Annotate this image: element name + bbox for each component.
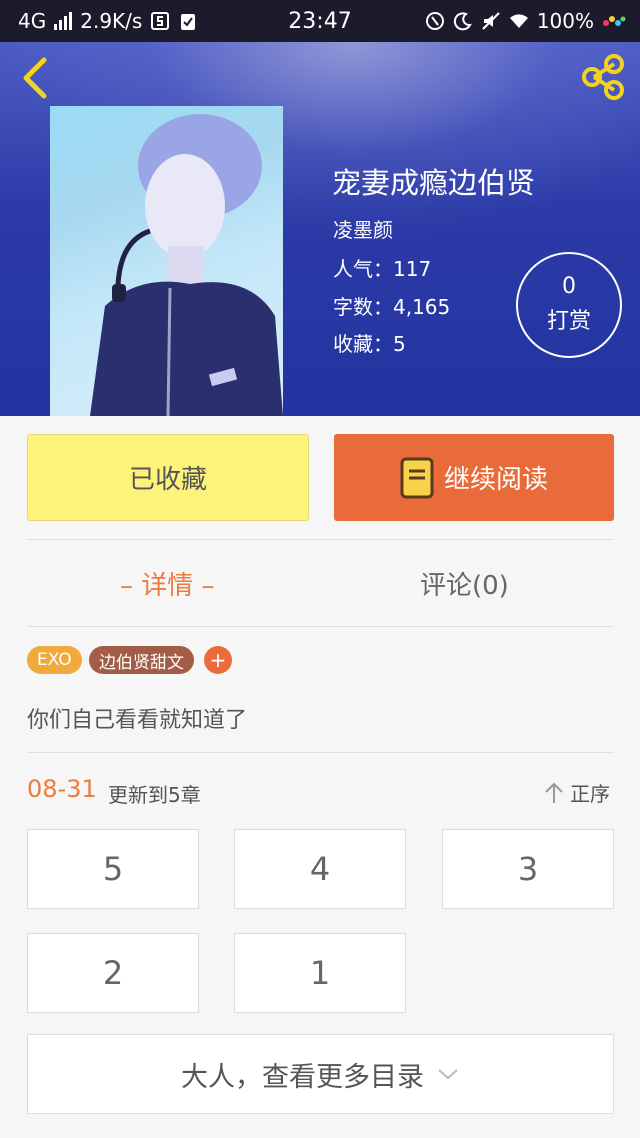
chapter-button[interactable]: 5: [27, 829, 199, 909]
sort-toggle[interactable]: 正序: [544, 778, 610, 807]
network-speed: 2.9K/s: [80, 9, 143, 33]
chapter-button[interactable]: 3: [442, 829, 614, 909]
favorited-button[interactable]: 已收藏: [27, 434, 309, 521]
continue-reading-label: 继续阅读: [443, 465, 548, 495]
book-cover[interactable]: [50, 106, 283, 416]
divider: [27, 539, 614, 540]
signal-icon: [54, 12, 73, 30]
add-tag-button[interactable]: +: [204, 646, 232, 674]
favorited-label: 已收藏: [128, 465, 207, 495]
wifi-icon: [509, 14, 528, 28]
moon-icon: [453, 12, 472, 31]
share-icon[interactable]: [580, 52, 628, 102]
book-favorites: 收藏：5: [333, 332, 406, 356]
divider: [27, 752, 614, 753]
tip-count: 0: [562, 274, 576, 299]
chevron-down-icon: [438, 1069, 458, 1080]
book-header: 宠妻成瘾边伯贤 凌墨颜 人气：117 字数：4,165 收藏：5 0 打赏: [0, 42, 640, 416]
tip-button[interactable]: 0 打赏: [516, 252, 622, 358]
divider: [27, 626, 614, 627]
book-title: 宠妻成瘾边伯贤: [332, 166, 536, 200]
book-icon: [400, 457, 434, 498]
book-intro: 你们自己看看就知道了: [27, 708, 248, 733]
battery-percent: 100%: [536, 9, 594, 33]
tab-details[interactable]: – 详情 –: [120, 565, 215, 602]
sort-label: 正序: [570, 782, 610, 806]
s-app-icon: [151, 12, 170, 30]
status-bar: 4G 2.9K/s 23:47 100%: [0, 0, 640, 42]
network-type: 4G: [18, 9, 47, 33]
arrow-up-icon: [545, 782, 563, 803]
update-text: 更新到5章: [108, 783, 201, 807]
tag-baekhyun-sweet[interactable]: 边伯贤甜文: [89, 646, 194, 674]
book-author[interactable]: 凌墨颜: [333, 214, 393, 243]
status-right: 100%: [425, 9, 626, 33]
colorful-app-icon: [603, 16, 626, 26]
mute-icon: [482, 12, 500, 30]
tab-comments[interactable]: 评论(0): [420, 565, 509, 602]
chapter-button[interactable]: 4: [234, 829, 406, 909]
nfc-icon: [425, 12, 444, 30]
cover-illustration: [90, 114, 283, 416]
more-chapters-button[interactable]: 大人，查看更多目录: [27, 1034, 614, 1114]
book-popularity: 人气：117: [333, 257, 432, 281]
back-chevron-icon[interactable]: [16, 54, 56, 102]
book-word-count: 字数：4,165: [333, 295, 451, 319]
continue-reading-button[interactable]: 继续阅读: [334, 434, 614, 521]
tip-label: 打赏: [546, 309, 591, 334]
tag-exo[interactable]: EXO: [27, 646, 82, 674]
chapter-button[interactable]: 2: [27, 933, 199, 1013]
status-time: 23:47: [288, 8, 352, 34]
update-date: 08-31: [27, 775, 97, 803]
clipboard-check-icon: [181, 14, 196, 30]
chapter-button[interactable]: 1: [234, 933, 406, 1013]
more-chapters-label: 大人，查看更多目录: [181, 1061, 424, 1093]
status-left: 4G 2.9K/s: [18, 9, 198, 33]
